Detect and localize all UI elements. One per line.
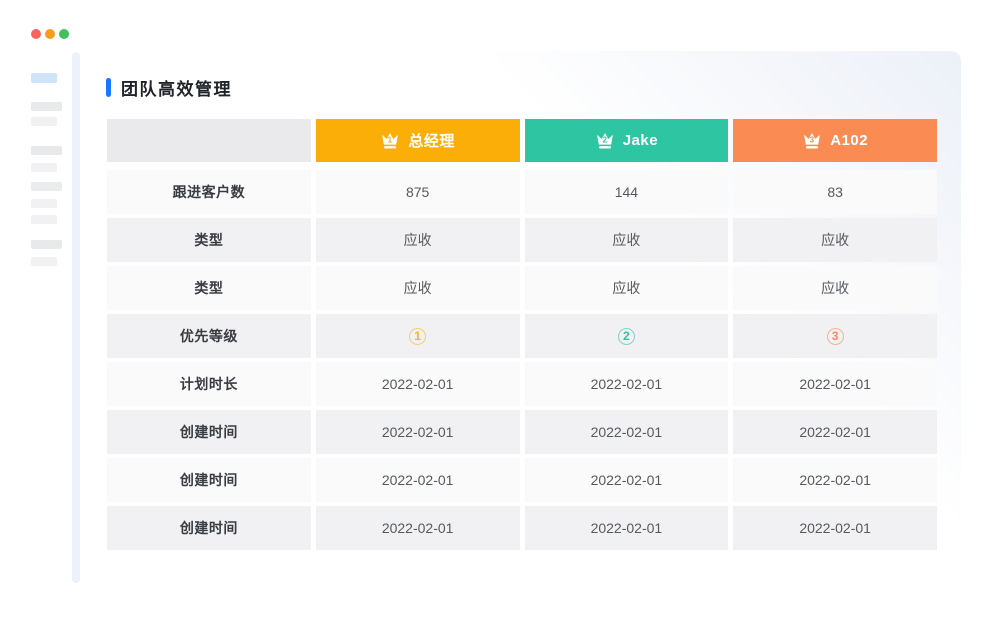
priority-rank-badge: 2: [618, 328, 635, 345]
sidebar-skeleton-bar: [31, 215, 57, 224]
title-accent-bar: [106, 78, 111, 97]
table-cell: 2022-02-01: [733, 362, 937, 406]
sidebar-skeleton-bar: [31, 117, 57, 126]
table-cell: 应收: [525, 266, 729, 310]
table-cell: 2022-02-01: [525, 410, 729, 454]
table-cell: 2022-02-01: [525, 458, 729, 502]
main-panel: 团队高效管理 1总经理2Jake3A102 跟进客户数87514483类型应收应…: [82, 51, 961, 592]
sidebar-skeleton-bar: [31, 102, 62, 111]
svg-text:2: 2: [602, 135, 607, 144]
column-header-label: Jake: [623, 132, 658, 149]
column-header-label: A102: [830, 132, 868, 149]
table-cell: 2: [525, 314, 729, 358]
table-cell: 2022-02-01: [316, 506, 520, 550]
table-cell: 83: [733, 170, 937, 214]
table-row: 创建时间2022-02-012022-02-012022-02-01: [107, 506, 937, 550]
table-cell: 144: [525, 170, 729, 214]
table-header-row: 1 总经理 2 Jake 3 A102: [107, 119, 937, 162]
row-label: 计划时长: [107, 362, 311, 406]
svg-text:3: 3: [810, 135, 815, 144]
table-cell: 2022-02-01: [733, 506, 937, 550]
table-body: 跟进客户数87514483类型应收应收应收类型应收应收应收优先等级123计划时长…: [107, 170, 937, 550]
table-cell: 2022-02-01: [733, 458, 937, 502]
table-row: 类型应收应收应收: [107, 266, 937, 310]
page: { "window": { "controls": [ { "name": "c…: [0, 0, 1000, 629]
team-comparison-table: 1总经理2Jake3A102 跟进客户数87514483类型应收应收应收类型应收…: [107, 119, 937, 554]
sidebar-skeleton-bar: [31, 257, 57, 266]
sidebar-skeleton-bar: [31, 199, 57, 208]
priority-rank-badge: 1: [409, 328, 426, 345]
sidebar-skeleton-bar: [31, 182, 62, 191]
row-label: 创建时间: [107, 506, 311, 550]
row-label: 优先等级: [107, 314, 311, 358]
table-cell: 2022-02-01: [316, 362, 520, 406]
table-cell: 应收: [525, 218, 729, 262]
sidebar-skeleton-bar: [31, 163, 57, 172]
table-row: 跟进客户数87514483: [107, 170, 937, 214]
table-cell: 应收: [733, 266, 937, 310]
row-label: 类型: [107, 266, 311, 310]
table-row: 类型应收应收应收: [107, 218, 937, 262]
column-header-1[interactable]: 1 总经理: [316, 119, 520, 162]
crown-icon: 3: [802, 131, 822, 151]
table-cell: 2022-02-01: [316, 458, 520, 502]
page-title: 团队高效管理: [121, 75, 232, 100]
sidebar-skeleton-bar: [31, 146, 62, 155]
table-row: 创建时间2022-02-012022-02-012022-02-01: [107, 458, 937, 502]
row-label: 跟进客户数: [107, 170, 311, 214]
column-header-2[interactable]: 2 Jake: [525, 119, 729, 162]
crown-icon: 2: [595, 131, 615, 151]
panel-divider: [72, 52, 80, 583]
table-cell: 应收: [316, 218, 520, 262]
row-label: 创建时间: [107, 410, 311, 454]
table-cell: 3: [733, 314, 937, 358]
crown-icon: 1: [380, 131, 400, 151]
sidebar-skeleton-bar: [31, 240, 62, 249]
sidebar: [0, 0, 70, 629]
page-title-row: 团队高效管理: [82, 51, 961, 97]
table-cell: 2022-02-01: [733, 410, 937, 454]
table-row: 计划时长2022-02-012022-02-012022-02-01: [107, 362, 937, 406]
table-cell: 1: [316, 314, 520, 358]
table-cell: 应收: [733, 218, 937, 262]
table-row: 优先等级 1 2 3: [107, 314, 937, 358]
column-header-label: 总经理: [408, 130, 455, 151]
column-header-3[interactable]: 3 A102: [733, 119, 937, 162]
table-cell: 2022-02-01: [316, 410, 520, 454]
priority-rank-badge: 3: [827, 328, 844, 345]
table-cell: 2022-02-01: [525, 506, 729, 550]
table-cell: 应收: [316, 266, 520, 310]
sidebar-active-item[interactable]: [31, 73, 57, 83]
table-cell: 2022-02-01: [525, 362, 729, 406]
row-label: 类型: [107, 218, 311, 262]
row-label: 创建时间: [107, 458, 311, 502]
svg-text:1: 1: [388, 135, 393, 144]
table-cell: 875: [316, 170, 520, 214]
header-empty-cell: [107, 119, 311, 162]
table-row: 创建时间2022-02-012022-02-012022-02-01: [107, 410, 937, 454]
